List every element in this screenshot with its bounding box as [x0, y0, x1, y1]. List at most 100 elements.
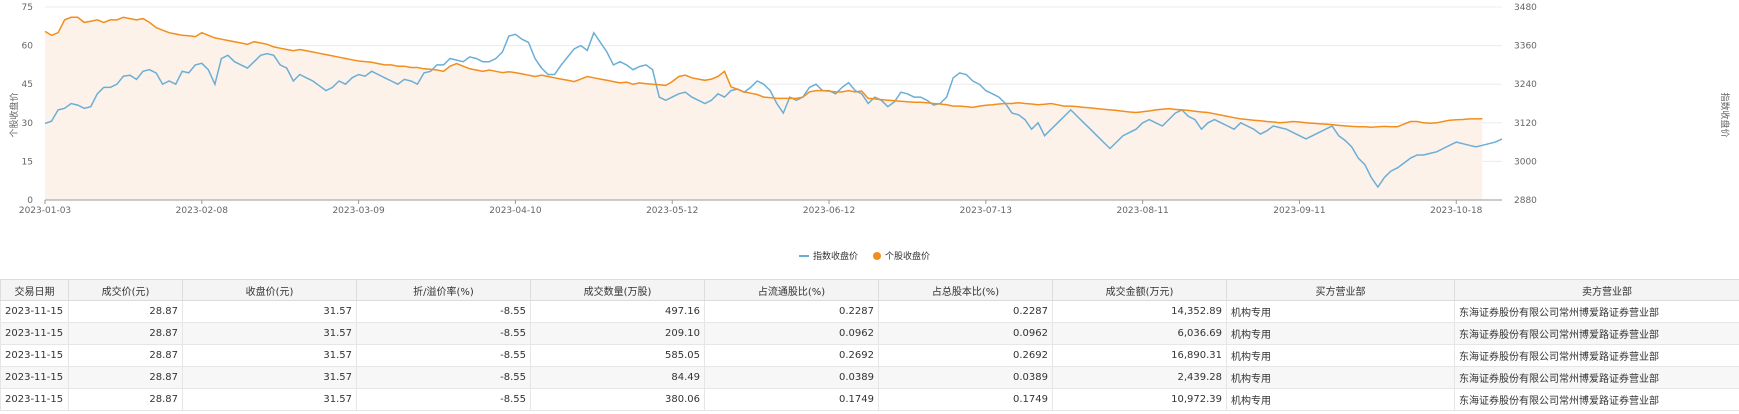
price-comparison-chart: 0 15 30 45 60 75 2880 3000 3120 3240 3360 3480 202… — [8, 3, 1731, 262]
stock-close-area — [45, 17, 1483, 200]
cell-premium-rate: -8.55 — [356, 366, 531, 389]
cell-deal-price: 28.87 — [68, 366, 183, 389]
cell-buyer: 机构专用 — [1226, 388, 1455, 411]
cell-amount: 16,890.31 — [1052, 344, 1227, 367]
cell-float-ratio: 0.0389 — [704, 366, 879, 389]
cell-volume: 209.10 — [530, 322, 705, 345]
table-body: 2023-11-15 28.87 31.57 -8.55 497.16 0.2287 0.2… — [0, 300, 1739, 411]
cell-close-price: 31.57 — [182, 322, 357, 345]
cell-seller: 东海证券股份有限公司常州博爱路证券营业部 — [1454, 344, 1739, 367]
table-row: 2023-11-15 28.87 31.57 -8.55 497.16 0.2287 0.2… — [0, 300, 1739, 323]
cell-total-ratio: 0.2692 — [878, 344, 1053, 367]
header-deal-price[interactable]: 成交价(元) — [68, 279, 183, 301]
x-tick-label: 2023-06-12 — [803, 206, 855, 216]
cell-volume: 497.16 — [530, 300, 705, 323]
header-amount[interactable]: 成交金额(万元) — [1052, 279, 1227, 301]
cell-buyer: 机构专用 — [1226, 322, 1455, 345]
x-axis-ticks: 2023-01-03 2023-02-08 2023-03-09 2023-04-10… — [19, 199, 1502, 216]
cell-float-ratio: 0.2692 — [704, 344, 879, 367]
x-tick-label: 2023-07-13 — [960, 206, 1012, 216]
left-axis-ticks: 0 15 30 45 60 75 — [22, 3, 34, 206]
cell-total-ratio: 0.0962 — [878, 322, 1053, 345]
left-tick-label: 15 — [22, 157, 33, 167]
right-tick-label: 3120 — [1514, 119, 1537, 129]
header-volume[interactable]: 成交数量(万股) — [530, 279, 705, 301]
cell-seller: 东海证券股份有限公司常州博爱路证券营业部 — [1454, 300, 1739, 323]
cell-buyer: 机构专用 — [1226, 366, 1455, 389]
block-trade-table: 交易日期 成交价(元) 收盘价(元) 折/溢价率(%) 成交数量(万股) 占流通… — [0, 279, 1739, 411]
x-tick-label: 2023-10-18 — [1430, 206, 1483, 216]
cell-float-ratio: 0.0962 — [704, 322, 879, 345]
left-tick-label: 0 — [27, 196, 33, 206]
header-premium-rate[interactable]: 折/溢价率(%) — [356, 279, 531, 301]
cell-seller: 东海证券股份有限公司常州博爱路证券营业部 — [1454, 388, 1739, 411]
cell-premium-rate: -8.55 — [356, 300, 531, 323]
x-tick-label: 2023-08-11 — [1116, 206, 1168, 216]
x-tick-label: 2023-03-09 — [332, 206, 385, 216]
table-row: 2023-11-15 28.87 31.57 -8.55 585.05 0.2692 0.2… — [0, 344, 1739, 367]
cell-deal-price: 28.87 — [68, 300, 183, 323]
cell-close-price: 31.57 — [182, 388, 357, 411]
left-tick-label: 45 — [22, 80, 33, 90]
cell-total-ratio: 0.0389 — [878, 366, 1053, 389]
x-tick-label: 2023-09-11 — [1273, 206, 1325, 216]
cell-close-price: 31.57 — [182, 344, 357, 367]
cell-buyer: 机构专用 — [1226, 344, 1455, 367]
cell-premium-rate: -8.55 — [356, 388, 531, 411]
cell-deal-price: 28.87 — [68, 388, 183, 411]
header-trade-date[interactable]: 交易日期 — [0, 279, 69, 301]
cell-deal-price: 28.87 — [68, 322, 183, 345]
cell-amount: 2,439.28 — [1052, 366, 1227, 389]
left-axis-title: 个股收盘价 — [8, 92, 20, 137]
cell-trade-date: 2023-11-15 — [0, 344, 69, 367]
cell-trade-date: 2023-11-15 — [0, 366, 69, 389]
right-tick-label: 3360 — [1514, 42, 1537, 52]
cell-volume: 380.06 — [530, 388, 705, 411]
left-tick-label: 30 — [22, 119, 34, 129]
cell-amount: 10,972.39 — [1052, 388, 1227, 411]
cell-close-price: 31.57 — [182, 300, 357, 323]
left-tick-label: 60 — [22, 42, 34, 52]
header-seller[interactable]: 卖方营业部 — [1454, 279, 1739, 301]
cell-amount: 6,036.69 — [1052, 322, 1227, 345]
x-tick-label: 2023-05-12 — [646, 206, 698, 216]
cell-trade-date: 2023-11-15 — [0, 322, 69, 345]
right-tick-label: 3000 — [1514, 157, 1537, 167]
cell-premium-rate: -8.55 — [356, 344, 531, 367]
legend-item-index[interactable]: 指数收盘价 — [799, 250, 858, 262]
table-header-row: 交易日期 成交价(元) 收盘价(元) 折/溢价率(%) 成交数量(万股) 占流通… — [0, 279, 1739, 301]
cell-float-ratio: 0.2287 — [704, 300, 879, 323]
cell-volume: 585.05 — [530, 344, 705, 367]
cell-trade-date: 2023-11-15 — [0, 300, 69, 323]
right-tick-label: 2880 — [1514, 196, 1537, 206]
legend-stock-label: 个股收盘价 — [885, 250, 930, 262]
chart-legend: 指数收盘价 个股收盘价 — [799, 250, 930, 262]
legend-stock-dot-icon — [873, 252, 881, 260]
cell-total-ratio: 0.1749 — [878, 388, 1053, 411]
cell-close-price: 31.57 — [182, 366, 357, 389]
header-total-ratio[interactable]: 占总股本比(%) — [878, 279, 1053, 301]
x-tick-label: 2023-01-03 — [19, 206, 71, 216]
header-buyer[interactable]: 买方营业部 — [1226, 279, 1455, 301]
table-row: 2023-11-15 28.87 31.57 -8.55 380.06 0.1749 0.1… — [0, 388, 1739, 411]
cell-seller: 东海证券股份有限公司常州博爱路证券营业部 — [1454, 322, 1739, 345]
cell-total-ratio: 0.2287 — [878, 300, 1053, 323]
legend-index-label: 指数收盘价 — [813, 250, 858, 262]
table-row: 2023-11-15 28.87 31.57 -8.55 209.10 0.0962 0.0… — [0, 322, 1739, 345]
table-row: 2023-11-15 28.87 31.57 -8.55 84.49 0.0389 0.03… — [0, 366, 1739, 389]
right-axis-ticks: 2880 3000 3120 3240 3360 3480 — [1514, 3, 1537, 206]
legend-item-stock[interactable]: 个股收盘价 — [873, 250, 930, 262]
header-close-price[interactable]: 收盘价(元) — [182, 279, 357, 301]
cell-buyer: 机构专用 — [1226, 300, 1455, 323]
right-tick-label: 3240 — [1514, 80, 1537, 90]
cell-premium-rate: -8.55 — [356, 322, 531, 345]
x-tick-label: 2023-04-10 — [489, 206, 542, 216]
cell-float-ratio: 0.1749 — [704, 388, 879, 411]
cell-deal-price: 28.87 — [68, 344, 183, 367]
right-axis-title: 指数收盘价 — [1719, 92, 1731, 137]
cell-seller: 东海证券股份有限公司常州博爱路证券营业部 — [1454, 366, 1739, 389]
cell-amount: 14,352.89 — [1052, 300, 1227, 323]
right-tick-label: 3480 — [1514, 3, 1537, 13]
cell-trade-date: 2023-11-15 — [0, 388, 69, 411]
header-float-ratio[interactable]: 占流通股比(%) — [704, 279, 879, 301]
